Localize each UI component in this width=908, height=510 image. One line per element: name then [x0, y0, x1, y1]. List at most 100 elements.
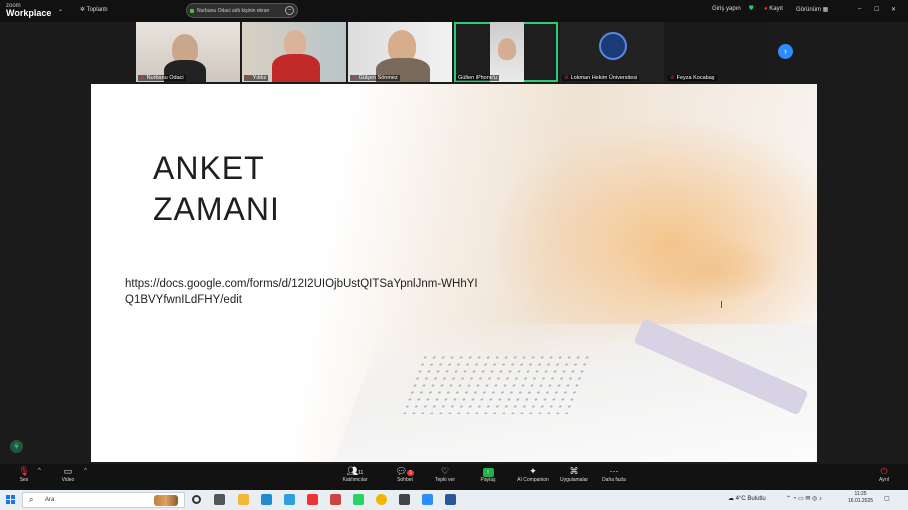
search-icon: ⌕ — [29, 495, 34, 504]
maximize-icon[interactable]: ☐ — [874, 6, 879, 13]
minimize-icon[interactable]: – — [858, 6, 861, 12]
video-options-chevron-icon[interactable]: ^ — [84, 468, 87, 474]
top-bar: zoom Workplace ⌄ ✲ Toplantı Nurbanu Odac… — [0, 0, 908, 22]
close-window-icon[interactable]: ✕ — [891, 6, 896, 13]
apps-label: Uygulamalar — [559, 477, 589, 483]
share-button[interactable]: ↑ Paylaş — [466, 465, 510, 483]
heart-icon: ♡ — [440, 466, 450, 476]
leave-button[interactable]: ⏻ Ayrıl — [862, 465, 906, 483]
screen-share-indicator[interactable]: Nurbanu Odaci adlı kişinin ekran – — [186, 3, 298, 18]
background-survey-marks — [400, 354, 592, 414]
university-logo — [599, 32, 627, 60]
edge-icon[interactable] — [261, 494, 272, 505]
more-icon: ⋯ — [609, 466, 619, 476]
participant-name: ⊘ Feyza Kocabaş — [668, 75, 717, 81]
zoom-meeting-window: zoom Workplace ⌄ ✲ Toplantı Nurbanu Odac… — [0, 0, 908, 510]
participant-tile[interactable]: ⊘ Feyza Kocabaş — [666, 22, 770, 82]
participant-name: ⊘ Yıldız — [244, 75, 269, 81]
participant-face — [498, 38, 516, 60]
topics-icon: ✲ — [80, 7, 87, 13]
zoom-logo: zoom Workplace — [6, 3, 52, 18]
participant-name: ⊘ Nurbanu Odaci — [138, 75, 186, 81]
participant-tile[interactable]: ⊘ Lokman Hekim Üniversitesi — [560, 22, 664, 82]
apps-button[interactable]: ⌘ Uygulamalar — [552, 465, 596, 483]
meeting-controls: 🎙︎ Ses ^ ▭ Video ^ 👥︎11 Katılımcılar 💬︎ 1… — [0, 464, 908, 490]
muted-mic-icon: ⊘ — [246, 75, 251, 81]
record-indicator[interactable]: ● Kayıt — [764, 6, 783, 12]
chrome-icon[interactable] — [376, 494, 387, 505]
cloud-icon: ☁ — [728, 496, 736, 502]
participant-name: ⊘ Gülşen Sönmez — [350, 75, 400, 81]
system-tray-icons[interactable]: ⌃ ◔ ▭ ✉ ◎ ♪ — [786, 495, 822, 502]
view-button[interactable]: Görünüm ▦ — [796, 6, 828, 13]
slide-title: ANKET ZAMANI — [153, 150, 280, 227]
weather-widget[interactable]: ☁ 4°C Bulutlu — [728, 495, 766, 502]
app-icon[interactable] — [307, 494, 318, 505]
taskbar-search-input[interactable]: ⌕ Ara — [22, 492, 185, 508]
file-explorer-icon[interactable] — [238, 494, 249, 505]
record-label: Kayıt — [769, 6, 783, 12]
notification-icon[interactable]: ▢ — [884, 495, 890, 502]
shared-screen-slide: ANKET ZAMANI https://docs.google.com/for… — [91, 84, 817, 462]
chat-button[interactable]: 💬︎ 1 Sohbet — [383, 465, 427, 483]
more-label: Daha fazla — [602, 477, 626, 483]
participant-body — [272, 54, 320, 82]
clock-date: 16.01.2025 — [848, 498, 874, 504]
zoom-taskbar-icon[interactable] — [422, 494, 433, 505]
security-shield-icon[interactable]: ⛊ — [749, 6, 754, 13]
windows-taskbar: ⌕ Ara ☁ 4°C Bulutlu ⌃ ◔ ▭ ✉ ◎ ♪ 11:25 16.… — [0, 490, 908, 510]
cortana-icon[interactable] — [192, 495, 201, 504]
participant-video — [284, 30, 306, 56]
more-button[interactable]: ⋯ Daha fazla — [592, 465, 636, 483]
next-participants-button[interactable]: › — [778, 44, 793, 59]
chevron-right-icon: › — [784, 46, 787, 56]
share-status-text: Nurbanu Odaci adlı kişinin ekran — [197, 8, 270, 14]
audio-label: Ses — [19, 477, 29, 483]
video-label: Video — [61, 477, 75, 483]
logo-workplace-text: Workplace — [6, 8, 52, 18]
muted-mic-icon: ⊘ — [352, 75, 357, 81]
app-icon[interactable] — [399, 494, 410, 505]
whatsapp-icon[interactable] — [353, 494, 364, 505]
background-hand — [631, 234, 781, 304]
ai-companion-button[interactable]: ✦ AI Companion — [511, 465, 555, 483]
participant-tile[interactable]: ⊘ Nurbanu Odaci — [136, 22, 240, 82]
chat-icon: 💬︎ 1 — [395, 466, 415, 476]
clock-time: 11:25 — [854, 491, 867, 497]
windows-start-icon[interactable] — [6, 495, 15, 504]
signin-link[interactable]: Giriş yapın — [712, 6, 741, 12]
leave-icon: ⏻ — [880, 466, 888, 476]
chat-badge: 1 — [407, 470, 415, 476]
participant-name: ⊘ Lokman Hekim Üniversitesi — [562, 75, 640, 81]
app-icon[interactable] — [330, 494, 341, 505]
participant-tile-active[interactable]: Gülten iPhone'u — [454, 22, 558, 82]
view-label: Görünüm — [796, 7, 822, 13]
audio-options-chevron-icon[interactable]: ^ — [38, 468, 41, 474]
muted-mic-icon: ⊘ — [670, 75, 675, 81]
mouse-cursor — [721, 301, 726, 308]
share-label: Paylaş — [480, 477, 496, 483]
leave-label: Ayrıl — [879, 477, 889, 483]
share-status-icon — [190, 9, 194, 13]
search-placeholder: Ara — [45, 497, 55, 503]
react-label: Tepki ver — [434, 477, 455, 483]
topics-label: Toplantı — [86, 7, 108, 13]
slide-form-url: https://docs.google.com/forms/d/12I2UIOj… — [125, 278, 478, 306]
muted-mic-icon: ⊘ — [140, 75, 145, 81]
participant-tile[interactable]: ⊘ Yıldız — [242, 22, 346, 82]
participants-button[interactable]: 👥︎11 Katılımcılar — [333, 465, 377, 483]
participant-tile[interactable]: ⊘ Gülşen Sönmez — [348, 22, 452, 82]
apps-icon: ⌘ — [569, 466, 579, 476]
react-button[interactable]: ♡ Tepki ver — [423, 465, 467, 483]
search-highlight-image — [154, 495, 178, 506]
stop-viewing-icon[interactable]: – — [285, 6, 294, 15]
store-icon[interactable] — [284, 494, 295, 505]
muted-mic-icon: ⊘ — [564, 75, 569, 81]
topics-button[interactable]: ✲ Toplantı — [80, 6, 108, 13]
task-view-icon[interactable] — [214, 494, 225, 505]
participants-label: Katılımcılar — [342, 477, 368, 483]
word-icon[interactable] — [445, 494, 456, 505]
clock[interactable]: 11:25 16.01.2025 — [848, 491, 873, 505]
menu-chevron-icon[interactable]: ⌄ — [58, 6, 63, 13]
meeting-info-icon[interactable]: ⚘ — [10, 440, 23, 453]
